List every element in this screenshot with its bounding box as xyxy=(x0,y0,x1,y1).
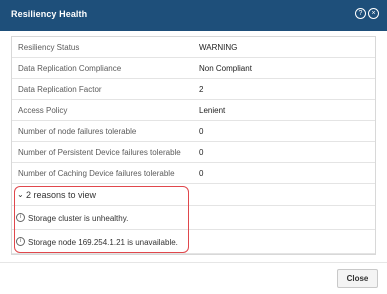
reason-item: i Storage cluster is unhealthy. xyxy=(12,206,375,230)
info-icon: i xyxy=(16,237,25,246)
properties-table: Resiliency Status WARNING Data Replicati… xyxy=(11,36,376,255)
property-label: Data Replication Compliance xyxy=(18,64,122,73)
reason-text: Storage node 169.254.1.21 is unavailable… xyxy=(28,238,178,247)
property-row-node-failures: Number of node failures tolerable 0 xyxy=(12,121,375,142)
help-icon[interactable]: ? xyxy=(355,8,366,19)
property-label: Data Replication Factor xyxy=(18,85,102,94)
property-value: 0 xyxy=(199,127,204,136)
dialog-titlebar: Resiliency Health ? × xyxy=(0,0,387,31)
property-row-resiliency-status: Resiliency Status WARNING xyxy=(12,37,375,58)
property-row-replication-compliance: Data Replication Compliance Non Complian… xyxy=(12,58,375,79)
property-value: 2 xyxy=(199,85,204,94)
property-label: Number of node failures tolerable xyxy=(18,127,137,136)
info-icon: i xyxy=(16,213,25,222)
property-row-replication-factor: Data Replication Factor 2 xyxy=(12,79,375,100)
dialog-title: Resiliency Health xyxy=(11,9,88,19)
property-label: Number of Persistent Device failures tol… xyxy=(18,148,181,157)
reasons-header-label: 2 reasons to view xyxy=(26,190,97,200)
reason-text: Storage cluster is unhealthy. xyxy=(28,214,129,223)
property-value: Lenient xyxy=(199,106,226,115)
property-value: 0 xyxy=(199,169,204,178)
reason-item: i Storage node 169.254.1.21 is unavailab… xyxy=(12,230,375,254)
property-label: Access Policy xyxy=(18,106,68,115)
property-row-access-policy: Access Policy Lenient xyxy=(12,100,375,121)
property-label: Resiliency Status xyxy=(18,43,80,52)
chevron-down-icon: ⌄ xyxy=(17,190,24,199)
property-value: 0 xyxy=(199,148,204,157)
close-button[interactable]: Close xyxy=(337,269,378,288)
property-value: WARNING xyxy=(199,43,238,52)
reasons-toggle[interactable]: ⌄ 2 reasons to view xyxy=(12,185,375,206)
property-row-persistent-device-failures: Number of Persistent Device failures tol… xyxy=(12,142,375,163)
property-value: Non Compliant xyxy=(199,64,252,73)
close-icon[interactable]: × xyxy=(368,8,379,19)
dialog-footer: Close xyxy=(0,262,387,294)
property-row-caching-device-failures: Number of Caching Device failures tolera… xyxy=(12,163,375,184)
property-label: Number of Caching Device failures tolera… xyxy=(18,169,175,178)
resiliency-health-dialog: Resiliency Health ? × Resiliency Status … xyxy=(0,0,387,294)
